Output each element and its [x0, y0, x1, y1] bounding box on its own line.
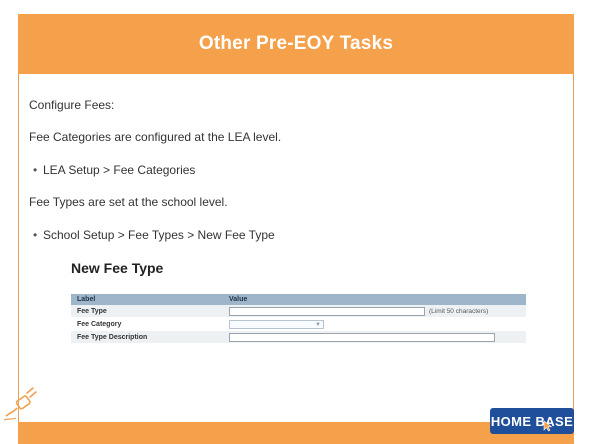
bullet-symbol: • — [33, 228, 38, 242]
bullet-symbol: • — [33, 163, 38, 177]
header-label: Label — [77, 296, 96, 303]
bullet-school-setup: • School Setup > Fee Types > New Fee Type — [33, 228, 275, 242]
fee-category-select[interactable]: ▼ — [229, 319, 324, 329]
text-fee-types-info: Fee Types are set at the school level. — [29, 195, 228, 209]
bullet-lea-setup: • LEA Setup > Fee Categories — [33, 163, 195, 177]
text-fee-categories-info: Fee Categories are configured at the LEA… — [29, 130, 282, 144]
form-row-fee-type-description: Fee Type Description — [71, 331, 526, 344]
form-row-fee-category: Fee Category ▼ — [71, 318, 526, 331]
logo-text: HOME BASE — [490, 413, 574, 429]
home-base-logo: HOME BASE — [490, 408, 574, 434]
text-configure-fees: Configure Fees: — [29, 98, 115, 112]
fee-type-description-value — [229, 332, 526, 342]
fee-type-label: Fee Type — [77, 307, 107, 315]
slide-title: Other Pre-EOY Tasks — [198, 33, 394, 54]
new-fee-type-form: Label Value Fee Type (Limit 50 character… — [71, 294, 526, 344]
fee-type-value: (Limit 50 characters) — [229, 306, 526, 316]
slide: Other Pre-EOY Tasks Configure Fees: Fee … — [0, 0, 592, 444]
title-bar: Other Pre-EOY Tasks — [18, 14, 574, 74]
fee-type-description-input[interactable] — [229, 332, 495, 342]
fee-type-description-label: Fee Type Description — [77, 333, 148, 341]
form-header: Label Value — [71, 294, 526, 305]
chevron-down-icon: ▼ — [315, 321, 321, 328]
plug-icon — [3, 387, 37, 421]
bullet-lea-setup-text: LEA Setup > Fee Categories — [43, 163, 196, 177]
header-value: Value — [229, 296, 248, 303]
fee-category-label: Fee Category — [77, 320, 122, 328]
fee-type-input[interactable] — [229, 306, 425, 316]
cursor-icon — [543, 420, 553, 432]
fee-type-hint: (Limit 50 characters) — [429, 307, 489, 315]
slide-frame — [18, 74, 574, 422]
form-row-fee-type: Fee Type (Limit 50 characters) — [71, 305, 526, 318]
new-fee-type-title: New Fee Type — [71, 260, 164, 276]
fee-category-value: ▼ — [229, 319, 526, 329]
bullet-school-setup-text: School Setup > Fee Types > New Fee Type — [43, 228, 275, 242]
